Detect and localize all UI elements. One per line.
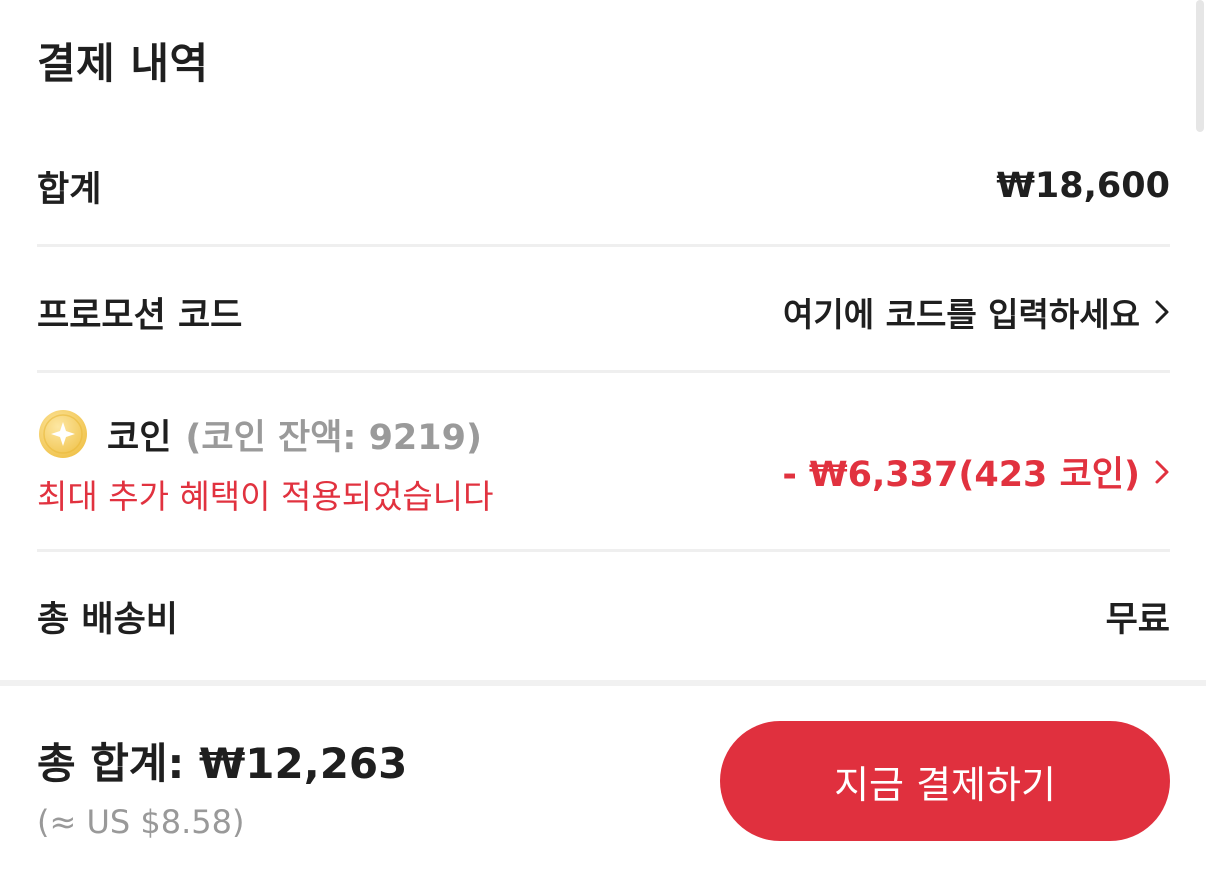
divider (37, 370, 1170, 373)
coin-balance: (코인 잔액: 9219) (185, 417, 482, 458)
divider (37, 549, 1170, 552)
promo-code-entry[interactable]: 여기에 코드를 입력하세요 (783, 288, 1170, 336)
order-total: 총 합계: ₩12,263 (≈ US $8.58) (37, 730, 407, 841)
promo-code-label: 프로모션 코드 (37, 295, 243, 336)
coin-row[interactable]: 코인 (코인 잔액: 9219) 최대 추가 혜택이 적용되었습니다 - ₩6,… (37, 408, 1170, 520)
subtotal-value: ₩18,600 (996, 166, 1170, 206)
total-usd-estimate: (≈ US $8.58) (37, 803, 245, 841)
scrollbar[interactable] (1196, 0, 1204, 132)
shipping-row: 총 배송비 무료 (37, 590, 1170, 642)
section-title: 결제 내역 (37, 39, 209, 88)
subtotal-row: 합계 ₩18,600 (37, 160, 1170, 212)
section-separator (0, 680, 1206, 686)
promo-code-row[interactable]: 프로모션 코드 여기에 코드를 입력하세요 (37, 286, 1170, 338)
total-amount: 총 합계: ₩12,263 (37, 739, 408, 788)
coin-label: 코인 (107, 417, 172, 458)
chevron-right-icon (1155, 300, 1169, 324)
coin-discount-amount: - ₩6,337(423 코인) (782, 455, 1140, 495)
chevron-right-icon (1155, 460, 1169, 483)
pay-now-button[interactable]: 지금 결제하기 (720, 721, 1170, 841)
divider (37, 244, 1170, 247)
shipping-label: 총 배송비 (37, 599, 178, 640)
subtotal-label: 합계 (37, 169, 102, 210)
coin-header: 코인 (코인 잔액: 9219) (37, 408, 482, 460)
coin-benefit-message: 최대 추가 혜택이 적용되었습니다 (37, 477, 494, 516)
promo-code-placeholder: 여기에 코드를 입력하세요 (783, 295, 1140, 334)
shipping-value: 무료 (1105, 599, 1170, 640)
coin-discount-entry[interactable]: - ₩6,337(423 코인) (782, 446, 1170, 497)
coin-icon (39, 410, 87, 458)
